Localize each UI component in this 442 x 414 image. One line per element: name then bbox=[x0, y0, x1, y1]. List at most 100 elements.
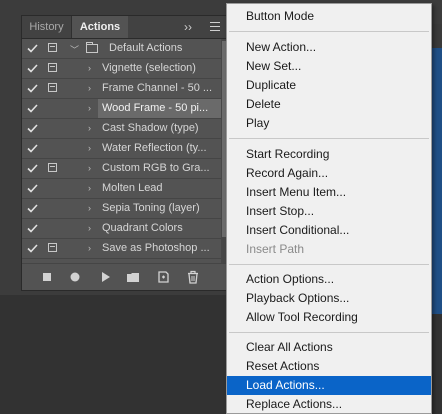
chevron-right-icon[interactable]: › bbox=[88, 183, 91, 193]
toggle-item-check[interactable] bbox=[22, 99, 42, 118]
menu-item-insert-menu-item[interactable]: Insert Menu Item... bbox=[227, 183, 431, 202]
new-set-folder-icon[interactable] bbox=[126, 270, 140, 284]
toggle-item-check[interactable] bbox=[22, 239, 42, 258]
chevron-down-icon[interactable]: ﹀ bbox=[70, 43, 79, 56]
menu-item-playback-options[interactable]: Playback Options... bbox=[227, 289, 431, 308]
toggle-item-check[interactable] bbox=[22, 119, 42, 138]
actions-panel: History Actions ›› ﹀ Default Actions › V… bbox=[21, 15, 231, 291]
stop-icon[interactable] bbox=[40, 270, 54, 284]
toggle-item-check[interactable] bbox=[22, 159, 42, 178]
new-action-icon[interactable] bbox=[156, 270, 170, 284]
checkmark-icon bbox=[27, 104, 38, 113]
tab-actions[interactable]: Actions bbox=[72, 16, 128, 38]
menu-item-load-actions[interactable]: Load Actions... bbox=[227, 376, 431, 395]
list-item-label: Molten Lead bbox=[102, 182, 163, 194]
toggle-item-check[interactable] bbox=[22, 39, 42, 58]
list-item[interactable]: › Sepia Toning (layer) bbox=[22, 199, 222, 219]
menu-separator bbox=[229, 332, 429, 333]
toggle-dialog[interactable] bbox=[43, 79, 63, 98]
checkmark-icon bbox=[27, 44, 38, 53]
menu-item-duplicate[interactable]: Duplicate bbox=[227, 76, 431, 95]
chevron-right-icon[interactable]: › bbox=[88, 143, 91, 153]
checkmark-icon bbox=[27, 84, 38, 93]
menu-item-insert-path: Insert Path bbox=[246, 242, 305, 256]
toggle-dialog[interactable] bbox=[43, 59, 63, 78]
menu-item-replace-actions[interactable]: Replace Actions... bbox=[227, 395, 431, 414]
list-item[interactable]: › Save as Photoshop ... bbox=[22, 239, 222, 259]
list-item[interactable]: › Vignette (selection) bbox=[22, 59, 222, 79]
menu-item-insert-conditional[interactable]: Insert Conditional... bbox=[227, 221, 431, 240]
toggle-dialog[interactable] bbox=[43, 199, 63, 218]
dialog-icon bbox=[48, 83, 57, 92]
menu-item-button-mode[interactable]: Button Mode bbox=[227, 7, 431, 26]
menu-item-allow-tool-recording[interactable]: Allow Tool Recording bbox=[227, 308, 431, 327]
toggle-dialog[interactable] bbox=[43, 119, 63, 138]
chevron-right-icon[interactable]: › bbox=[88, 223, 91, 233]
toggle-dialog[interactable] bbox=[43, 219, 63, 238]
list-item-label: Wood Frame - 50 pi... bbox=[102, 102, 209, 114]
hamburger-menu-icon[interactable] bbox=[210, 22, 220, 32]
checkmark-icon bbox=[27, 124, 38, 133]
menu-item-new-action[interactable]: New Action... bbox=[227, 38, 431, 57]
menu-separator bbox=[229, 264, 429, 265]
list-item[interactable]: › Water Reflection (ty... bbox=[22, 139, 222, 159]
dialog-icon bbox=[48, 243, 57, 252]
toggle-dialog[interactable] bbox=[43, 239, 63, 258]
menu-item-start-recording[interactable]: Start Recording bbox=[227, 145, 431, 164]
toggle-item-check[interactable] bbox=[22, 199, 42, 218]
dialog-icon bbox=[48, 43, 57, 52]
toggle-dialog[interactable] bbox=[43, 179, 63, 198]
list-item[interactable]: › Frame Channel - 50 ... bbox=[22, 79, 222, 99]
chevron-right-icon[interactable]: › bbox=[88, 163, 91, 173]
toggle-dialog[interactable] bbox=[43, 159, 63, 178]
list-item[interactable]: › Custom RGB to Gra... bbox=[22, 159, 222, 179]
toggle-dialog[interactable] bbox=[43, 39, 63, 58]
toggle-dialog[interactable] bbox=[43, 99, 63, 118]
menu-item-record-again[interactable]: Record Again... bbox=[227, 164, 431, 183]
chevron-right-icon[interactable]: › bbox=[88, 63, 91, 73]
tab-history[interactable]: History bbox=[22, 16, 72, 38]
chevron-right-icon[interactable]: › bbox=[88, 243, 91, 253]
menu-item-insert-stop[interactable]: Insert Stop... bbox=[227, 202, 431, 221]
checkmark-icon bbox=[27, 164, 38, 173]
toggle-item-check[interactable] bbox=[22, 179, 42, 198]
checkmark-icon bbox=[27, 184, 38, 193]
trash-icon[interactable] bbox=[186, 270, 200, 284]
play-icon[interactable] bbox=[98, 270, 112, 284]
chevron-right-icon[interactable]: › bbox=[88, 103, 91, 113]
toggle-item-check[interactable] bbox=[22, 219, 42, 238]
action-set-default[interactable]: ﹀ Default Actions bbox=[22, 39, 222, 59]
list-item[interactable]: › Cast Shadow (type) bbox=[22, 119, 222, 139]
menu-item-delete[interactable]: Delete bbox=[227, 95, 431, 114]
list-item-label: Frame Channel - 50 ... bbox=[102, 82, 213, 94]
menu-item-clear-all-actions[interactable]: Clear All Actions bbox=[227, 338, 431, 357]
dialog-icon bbox=[48, 163, 57, 172]
menu-item-reset-actions[interactable]: Reset Actions bbox=[227, 357, 431, 376]
list-item-selected[interactable]: › Wood Frame - 50 pi... bbox=[22, 99, 222, 119]
list-item[interactable]: › Molten Lead bbox=[22, 179, 222, 199]
menu-separator bbox=[229, 138, 429, 139]
list-item-label: Default Actions bbox=[109, 42, 183, 54]
toggle-dialog[interactable] bbox=[43, 139, 63, 158]
menu-item-new-set[interactable]: New Set... bbox=[227, 57, 431, 76]
list-item[interactable]: › Quadrant Colors bbox=[22, 219, 222, 239]
checkmark-icon bbox=[27, 204, 38, 213]
list-item-label: Cast Shadow (type) bbox=[102, 122, 199, 134]
chevron-right-icon[interactable]: › bbox=[88, 83, 91, 93]
list-item-label: Water Reflection (ty... bbox=[102, 142, 207, 154]
list-item-label: Custom RGB to Gra... bbox=[102, 162, 210, 174]
chevrons-right-icon[interactable]: ›› bbox=[184, 16, 192, 38]
menu-item-action-options[interactable]: Action Options... bbox=[227, 270, 431, 289]
chevron-right-icon[interactable]: › bbox=[88, 123, 91, 133]
list-item-label: Vignette (selection) bbox=[102, 62, 196, 74]
dialog-icon bbox=[48, 63, 57, 72]
toggle-item-check[interactable] bbox=[22, 79, 42, 98]
chevron-right-icon[interactable]: › bbox=[88, 203, 91, 213]
menu-item-play[interactable]: Play bbox=[227, 114, 431, 133]
menu-separator bbox=[229, 31, 429, 32]
checkmark-icon bbox=[27, 144, 38, 153]
toggle-item-check[interactable] bbox=[22, 139, 42, 158]
folder-icon bbox=[86, 42, 98, 53]
record-icon[interactable] bbox=[68, 270, 82, 284]
toggle-item-check[interactable] bbox=[22, 59, 42, 78]
